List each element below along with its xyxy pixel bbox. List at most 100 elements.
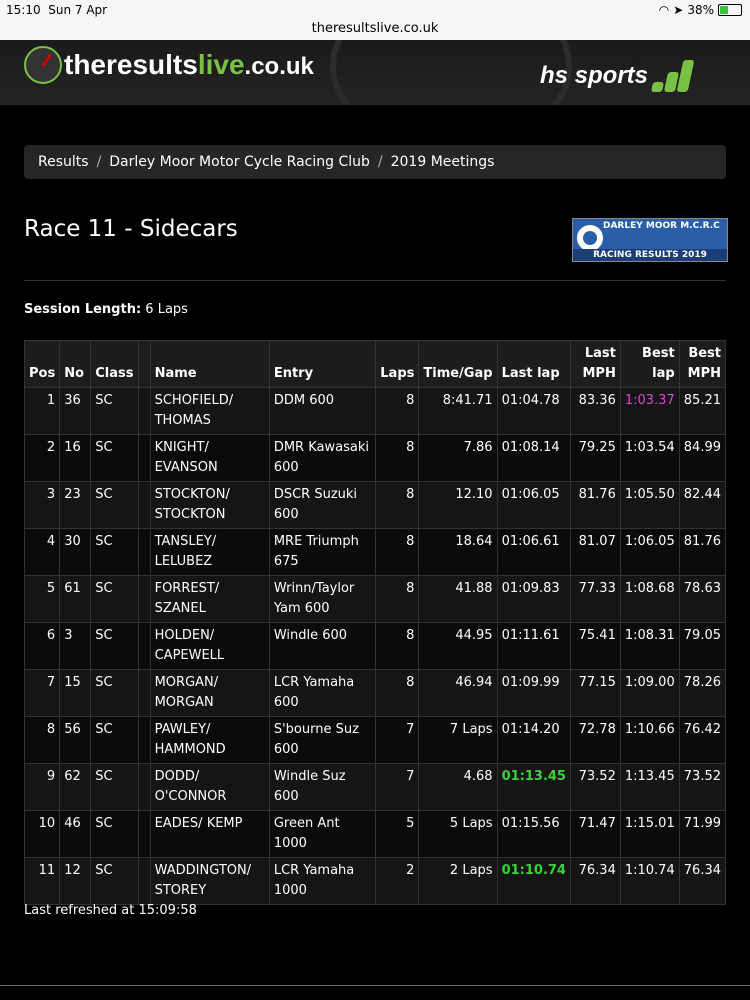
cell-laps: 8 — [375, 575, 420, 623]
table-row: 4 30 SC TANSLEY/ LELUBEZ MRE Triumph 675 8 18.… — [23, 528, 727, 576]
cell-name: WADDINGTON/ STOREY — [149, 857, 270, 905]
cell-last-lap: 01:15.56 — [496, 810, 571, 858]
breadcrumb-results[interactable]: Results — [38, 154, 89, 170]
header-time-gap: Time/Gap — [418, 340, 498, 388]
cell-last-mph: 76.34 — [569, 857, 621, 905]
cell-time-gap: 7 Laps — [418, 716, 498, 764]
cell-blank — [138, 434, 151, 482]
cell-time-gap: 46.94 — [418, 669, 498, 717]
battery-percent: 38% — [687, 3, 714, 17]
cell-class: SC — [90, 763, 140, 811]
cell-laps: 2 — [375, 857, 420, 905]
cell-last-mph: 81.76 — [569, 481, 621, 529]
cell-best-lap: 1:10.74 — [619, 857, 680, 905]
cell-best-lap: 1:08.31 — [619, 622, 680, 670]
cell-blank — [138, 528, 151, 576]
cell-pos: 8 — [23, 716, 61, 764]
cell-name: MORGAN/ MORGAN — [149, 669, 270, 717]
cell-entry: Windle Suz 600 — [268, 763, 377, 811]
cell-best-mph: 78.63 — [678, 575, 727, 623]
table-row: 8 56 SC PAWLEY/ HAMMOND S'bourne Suz 600 7 7 L… — [23, 716, 727, 764]
cell-name: SCHOFIELD/ THOMAS — [149, 387, 270, 435]
cell-best-lap: 1:15.01 — [619, 810, 680, 858]
cell-last-mph: 75.41 — [569, 622, 621, 670]
cell-last-mph: 72.78 — [569, 716, 621, 764]
cell-no: 62 — [59, 763, 92, 811]
club-emblem-icon — [577, 225, 603, 251]
cell-best-lap: 1:03.37 — [619, 387, 680, 435]
header-class: Class — [90, 340, 140, 388]
cell-best-mph: 76.34 — [678, 857, 727, 905]
cell-no: 3 — [59, 622, 92, 670]
site-logo-text: theresultslive.co.uk — [64, 49, 314, 80]
cell-name: PAWLEY/ HAMMOND — [149, 716, 270, 764]
header-entry: Entry — [268, 340, 377, 388]
cell-blank — [138, 716, 151, 764]
cell-best-lap: 1:03.54 — [619, 434, 680, 482]
cell-pos: 4 — [23, 528, 61, 576]
cell-class: SC — [90, 669, 140, 717]
cell-best-mph: 82.44 — [678, 481, 727, 529]
cell-pos: 6 — [23, 622, 61, 670]
sponsor-logo[interactable]: hs sports — [540, 60, 695, 92]
header-blank — [138, 340, 151, 388]
cell-no: 36 — [59, 387, 92, 435]
cell-entry: MRE Triumph 675 — [268, 528, 377, 576]
status-time: 15:10 Sun 7 Apr — [6, 3, 108, 17]
cell-pos: 1 — [23, 387, 61, 435]
cell-time-gap: 12.10 — [418, 481, 498, 529]
cell-no: 16 — [59, 434, 92, 482]
breadcrumb-meetings[interactable]: 2019 Meetings — [391, 154, 495, 170]
cell-last-lap: 01:13.45 — [496, 763, 571, 811]
cell-last-lap: 01:14.20 — [496, 716, 571, 764]
cell-blank — [138, 387, 151, 435]
cell-laps: 8 — [375, 387, 420, 435]
divider — [24, 280, 726, 281]
header-last-lap: Last lap — [496, 340, 571, 388]
last-refreshed: Last refreshed at 15:09:58 — [24, 903, 197, 918]
cell-time-gap: 18.64 — [418, 528, 498, 576]
cell-time-gap: 8:41.71 — [418, 387, 498, 435]
cell-entry: DMR Kawasaki 600 — [268, 434, 377, 482]
cell-class: SC — [90, 434, 140, 482]
cell-best-mph: 81.76 — [678, 528, 727, 576]
cell-last-mph: 79.25 — [569, 434, 621, 482]
cell-time-gap: 7.86 — [418, 434, 498, 482]
cell-last-mph: 81.07 — [569, 528, 621, 576]
cell-last-mph: 71.47 — [569, 810, 621, 858]
cell-last-lap: 01:09.83 — [496, 575, 571, 623]
cell-blank — [138, 857, 151, 905]
cell-best-mph: 79.05 — [678, 622, 727, 670]
footer-divider — [0, 985, 750, 986]
cell-name: KNIGHT/ EVANSON — [149, 434, 270, 482]
cell-no: 12 — [59, 857, 92, 905]
cell-class: SC — [90, 481, 140, 529]
cell-name: HOLDEN/ CAPEWELL — [149, 622, 270, 670]
club-logo: DARLEY MOOR M.C.R.C RACING RESULTS 2019 — [572, 218, 728, 262]
cell-best-lap: 1:10.66 — [619, 716, 680, 764]
table-row: 10 46 SC EADES/ KEMP Green Ant 1000 5 5 Laps 01… — [23, 810, 727, 858]
table-row: 2 16 SC KNIGHT/ EVANSON DMR Kawasaki 600 8 7.8… — [23, 434, 727, 482]
table-row: 7 15 SC MORGAN/ MORGAN LCR Yamaha 600 8 46.94 0… — [23, 669, 727, 717]
cell-last-mph: 83.36 — [569, 387, 621, 435]
cell-name: STOCKTON/ STOCKTON — [149, 481, 270, 529]
cell-pos: 2 — [23, 434, 61, 482]
breadcrumb-club[interactable]: Darley Moor Motor Cycle Racing Club — [109, 154, 370, 170]
header-last-mph: Last MPH — [569, 340, 621, 388]
cell-last-lap: 01:06.61 — [496, 528, 571, 576]
cell-best-lap: 1:09.00 — [619, 669, 680, 717]
results-table: Pos No Class Name Entry Laps Time/Gap La… — [23, 340, 727, 905]
cell-pos: 3 — [23, 481, 61, 529]
cell-name: FORREST/ SZANEL — [149, 575, 270, 623]
cell-time-gap: 44.95 — [418, 622, 498, 670]
url-bar[interactable]: theresultslive.co.uk — [0, 22, 750, 40]
site-logo[interactable]: theresultslive.co.uk — [24, 46, 314, 84]
header-laps: Laps — [375, 340, 420, 388]
cell-name: TANSLEY/ LELUBEZ — [149, 528, 270, 576]
location-icon: ➤ — [673, 3, 684, 17]
cell-laps: 5 — [375, 810, 420, 858]
cell-time-gap: 5 Laps — [418, 810, 498, 858]
cell-pos: 10 — [23, 810, 61, 858]
cell-pos: 11 — [23, 857, 61, 905]
cell-pos: 5 — [23, 575, 61, 623]
